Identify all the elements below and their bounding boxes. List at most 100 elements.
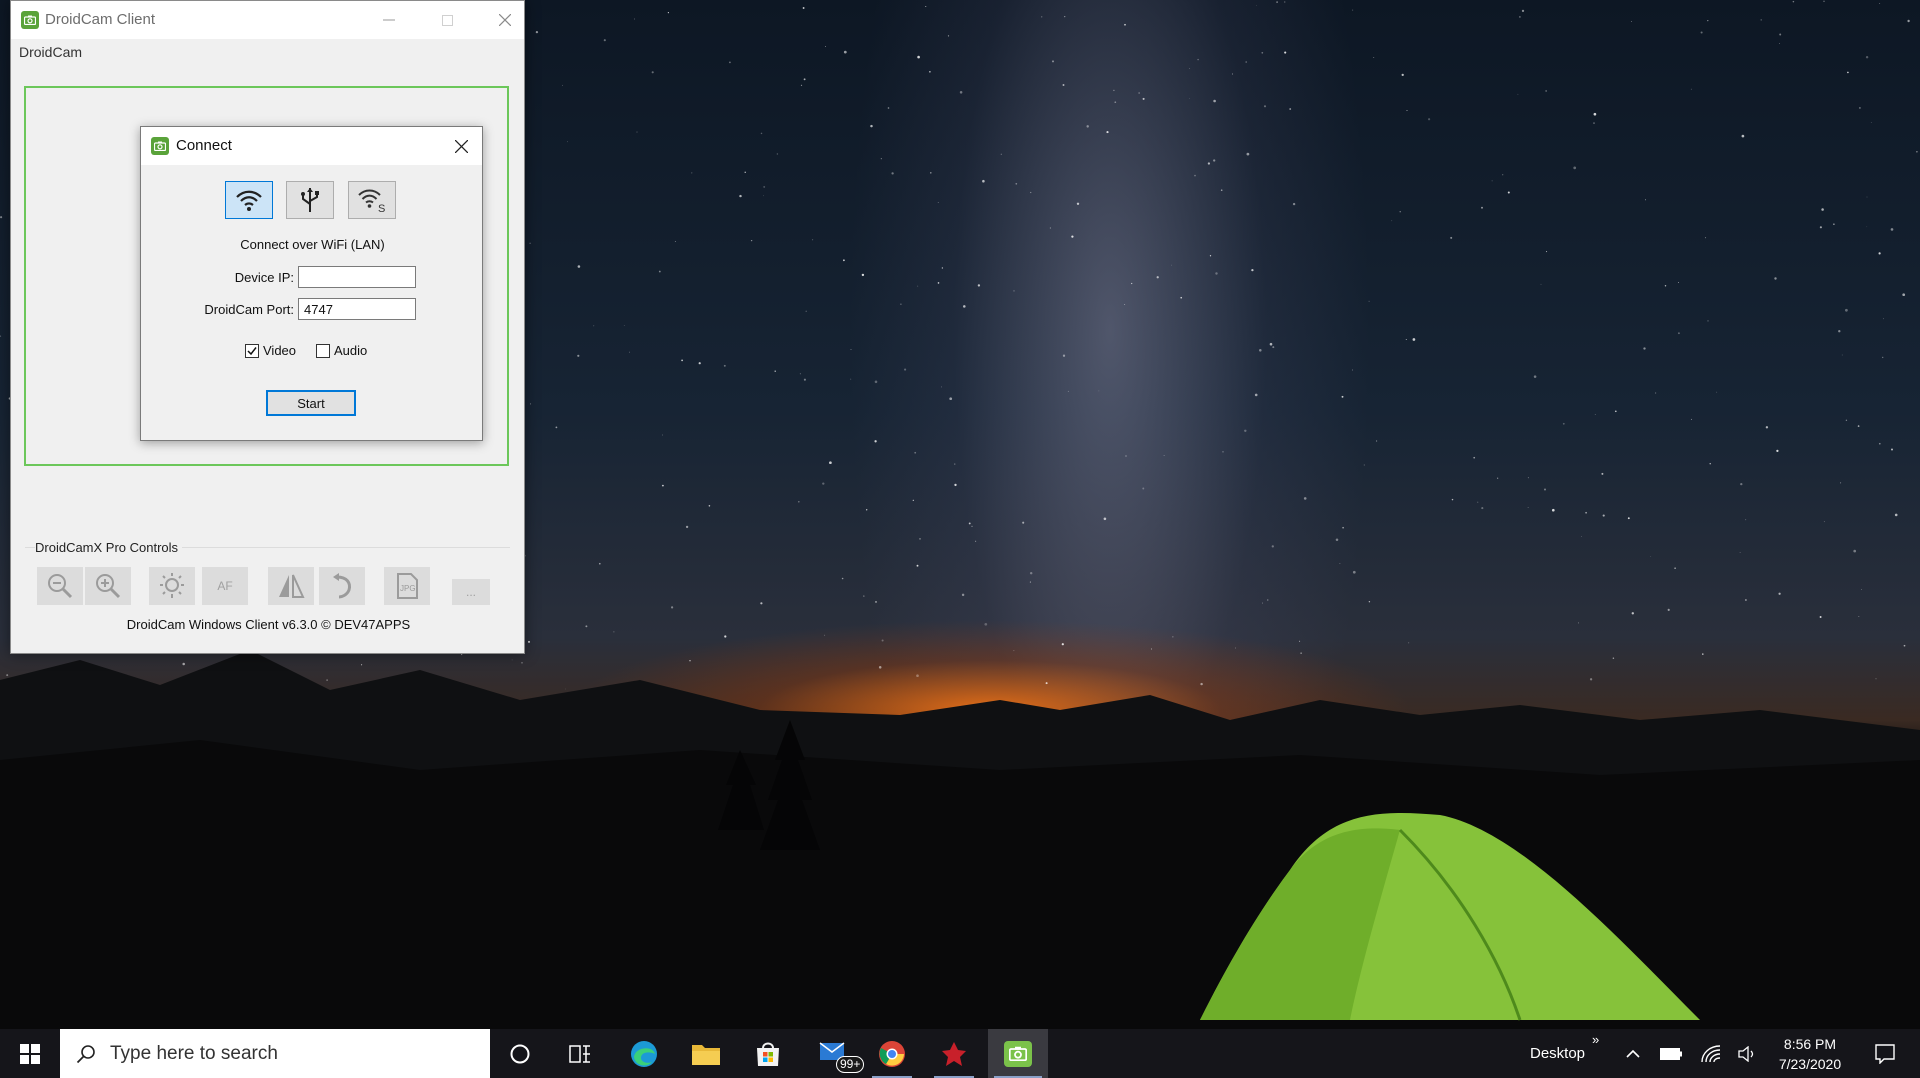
- wallpaper-star: [1527, 477, 1529, 479]
- zoom-in-button[interactable]: [85, 567, 131, 605]
- jpg-file-icon: JPG: [397, 573, 418, 599]
- wallpaper-star: [1376, 440, 1378, 442]
- window-titlebar[interactable]: DroidCam Client: [11, 1, 524, 39]
- wallpaper-star: [750, 239, 753, 242]
- wifi-connect-button[interactable]: [225, 181, 273, 219]
- rotate-button[interactable]: [319, 567, 365, 605]
- battery-icon: [1660, 1047, 1682, 1060]
- wallpaper-star: [1125, 455, 1127, 457]
- wallpaper-star: [874, 440, 877, 443]
- wallpaper-star: [1341, 395, 1344, 398]
- wallpaper-star: [947, 35, 950, 37]
- wallpaper-star: [1765, 426, 1769, 429]
- wallpaper-star: [685, 525, 689, 529]
- droidcam-taskbar-button[interactable]: [988, 1029, 1048, 1078]
- wallpaper-star: [916, 564, 919, 567]
- wallpaper-star: [1562, 422, 1565, 425]
- wallpaper-star: [937, 282, 940, 284]
- wallpaper-star: [1284, 51, 1287, 54]
- wallpaper-star: [674, 241, 676, 242]
- wallpaper-star: [1049, 227, 1051, 229]
- chrome-button[interactable]: [866, 1029, 918, 1078]
- zoom-out-button[interactable]: [37, 567, 83, 605]
- wallpaper-star: [1593, 122, 1595, 124]
- battery-button[interactable]: [1656, 1029, 1686, 1078]
- wallpaper-star: [1879, 3, 1881, 5]
- wallpaper-star: [562, 84, 563, 86]
- speaker-icon: [1738, 1045, 1754, 1062]
- show-hidden-icons-button[interactable]: [1618, 1029, 1648, 1078]
- light-button[interactable]: [149, 567, 195, 605]
- audio-checkbox[interactable]: [316, 344, 330, 358]
- wallpaper-star: [1741, 134, 1745, 138]
- wallpaper-star: [1594, 414, 1596, 415]
- wallpaper-star: [1519, 16, 1521, 18]
- jpg-capture-button[interactable]: JPG: [384, 567, 430, 605]
- connect-dialog: Connect S Connect over WiFi (LAN) Device…: [140, 126, 483, 441]
- desktop-toolbar-label[interactable]: Desktop: [1530, 1045, 1585, 1062]
- wallpaper-star: [1303, 497, 1307, 500]
- more-options-button[interactable]: ...: [452, 579, 490, 605]
- minimize-button[interactable]: [366, 1, 412, 39]
- usb-icon: [301, 188, 319, 212]
- wallpaper-star: [963, 305, 966, 308]
- flip-button[interactable]: [268, 567, 314, 605]
- network-button[interactable]: [1696, 1029, 1726, 1078]
- wallpaper-star: [1502, 174, 1504, 176]
- wallpaper-star: [593, 325, 595, 327]
- action-center-button[interactable]: [1862, 1029, 1908, 1078]
- microsoft-store-button[interactable]: [742, 1029, 794, 1078]
- video-checkbox[interactable]: [245, 344, 259, 358]
- wallpaper-star: [1878, 442, 1881, 445]
- clock-date: 7/23/2020: [1778, 1056, 1842, 1072]
- wallpaper-star: [535, 30, 539, 34]
- wallpaper-star: [1352, 369, 1354, 371]
- wallpaper-star: [1254, 393, 1258, 397]
- task-view-button[interactable]: [555, 1029, 605, 1078]
- menu-droidcam[interactable]: DroidCam: [19, 44, 82, 60]
- wallpaper-star: [1271, 545, 1274, 548]
- device-ip-input[interactable]: [298, 266, 416, 288]
- wallpaper-star: [1870, 122, 1872, 124]
- autofocus-button[interactable]: AF: [202, 567, 248, 605]
- dialog-titlebar[interactable]: Connect: [141, 127, 482, 165]
- wallpaper-star: [1142, 487, 1145, 490]
- clock-time: 8:56 PM: [1783, 1036, 1837, 1052]
- wallpaper-star: [1677, 332, 1680, 335]
- droidcam-port-input[interactable]: [298, 298, 416, 320]
- wallpaper-star: [1368, 300, 1370, 302]
- wallpaper-star: [984, 622, 988, 626]
- usb-connect-button[interactable]: [286, 181, 334, 219]
- clock[interactable]: 8:56 PM 7/23/2020: [1770, 1029, 1850, 1078]
- wifi-server-connect-button[interactable]: S: [348, 181, 396, 219]
- edge-browser-button[interactable]: [618, 1029, 670, 1078]
- start-button[interactable]: Start: [266, 390, 356, 416]
- toolbar-expand-chevron-icon[interactable]: »: [1592, 1032, 1599, 1047]
- cortana-button[interactable]: [495, 1029, 545, 1078]
- mail-button[interactable]: 99+: [806, 1029, 866, 1078]
- wallpaper-star: [1106, 131, 1109, 134]
- wallpaper-star: [1745, 599, 1747, 601]
- wallpaper-star: [724, 635, 727, 638]
- wallpaper-star: [825, 45, 826, 47]
- wallpaper-star: [1847, 71, 1849, 74]
- close-button[interactable]: [482, 1, 528, 39]
- dialog-close-button[interactable]: [446, 131, 476, 161]
- wallpaper-star: [1259, 349, 1262, 352]
- wallpaper-star: [1882, 356, 1884, 359]
- file-explorer-button[interactable]: [680, 1029, 732, 1078]
- volume-button[interactable]: [1733, 1029, 1763, 1078]
- wallpaper-star: [1335, 538, 1339, 541]
- wallpaper-star: [1041, 16, 1043, 18]
- wallpaper-star: [1180, 296, 1183, 299]
- start-menu-button[interactable]: [0, 1029, 60, 1078]
- taskbar-search-box[interactable]: Type here to search: [60, 1029, 490, 1078]
- connection-mode-text: Connect over WiFi (LAN): [240, 237, 385, 252]
- wallpaper-star: [1690, 418, 1692, 420]
- maximize-button[interactable]: [424, 1, 470, 39]
- red-app-button[interactable]: [928, 1029, 980, 1078]
- wallpaper-star: [1030, 191, 1032, 194]
- wallpaper-star: [799, 373, 801, 375]
- wallpaper-star: [1399, 211, 1401, 213]
- wallpaper-star: [968, 522, 971, 525]
